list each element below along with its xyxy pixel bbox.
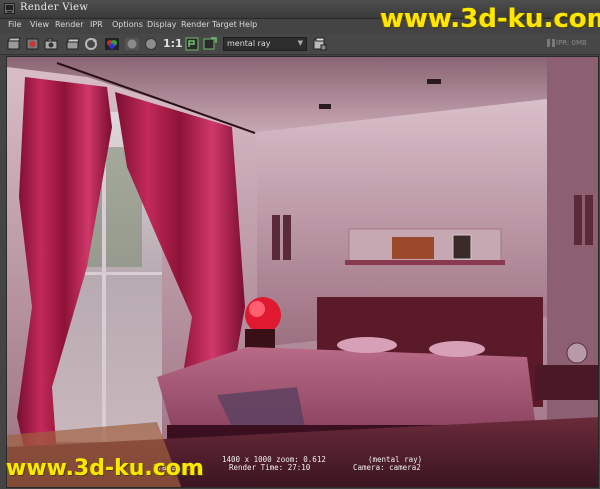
menu-view[interactable]: View <box>30 20 49 29</box>
display-alpha-channel-button[interactable] <box>124 36 140 52</box>
display-rgb-channels-button[interactable] <box>104 36 120 52</box>
menu-ipr[interactable]: IPR <box>90 20 103 29</box>
menu-render[interactable]: Render <box>55 20 83 29</box>
render-view-app-icon <box>4 3 15 14</box>
alpha-channel-icon <box>125 38 139 50</box>
ipr-memory-status: IPR: 0MB <box>556 39 587 47</box>
render-toolbar: 1:1 mental ray ▼ IPR: 0MB <box>0 34 600 55</box>
render-clapper-icon <box>7 37 21 50</box>
real-size-circle-icon <box>145 38 157 50</box>
menu-render-target[interactable]: Render Target <box>181 20 237 29</box>
keep-image-button[interactable] <box>184 36 200 52</box>
snapshot-button[interactable] <box>43 36 59 52</box>
ipr-render-button[interactable] <box>65 36 81 52</box>
render-settings-icon <box>313 37 327 51</box>
ipr-pause-icon[interactable] <box>546 38 556 48</box>
keep-image-icon <box>185 37 199 51</box>
render-image-area[interactable] <box>6 56 599 488</box>
menu-help[interactable]: Help <box>239 20 257 29</box>
rgb-channels-icon <box>105 38 119 50</box>
render-region-icon <box>26 38 39 50</box>
menu-file[interactable]: File <box>8 20 21 29</box>
renderer-select[interactable]: mental ray ▼ <box>223 37 307 51</box>
menu-options[interactable]: Options <box>112 20 143 29</box>
watermark-top: www.3d-ku.com <box>380 4 600 34</box>
window-title: Render View <box>20 2 89 13</box>
real-size-button[interactable] <box>143 36 159 52</box>
ipr-clapper-icon <box>66 38 80 50</box>
rendered-bedroom-image <box>7 57 598 487</box>
remove-image-button[interactable] <box>202 36 218 52</box>
renderer-select-value: mental ray <box>227 39 271 48</box>
remove-image-icon <box>203 37 217 50</box>
redo-previous-render-button[interactable] <box>6 36 22 52</box>
render-settings-button[interactable] <box>312 36 328 52</box>
refresh-ipr-button[interactable] <box>83 36 99 52</box>
status-camera: Camera: camera2 <box>353 463 421 472</box>
camera-icon <box>44 38 58 50</box>
refresh-icon <box>85 38 97 50</box>
chevron-down-icon: ▼ <box>297 39 303 47</box>
menu-display[interactable]: Display <box>147 20 177 29</box>
watermark-bottom: www.3d-ku.com <box>6 456 204 481</box>
status-render-time: Render Time: 27:10 <box>229 463 311 472</box>
render-region-button[interactable] <box>25 36 41 52</box>
real-size-ratio-label[interactable]: 1:1 <box>163 37 183 50</box>
